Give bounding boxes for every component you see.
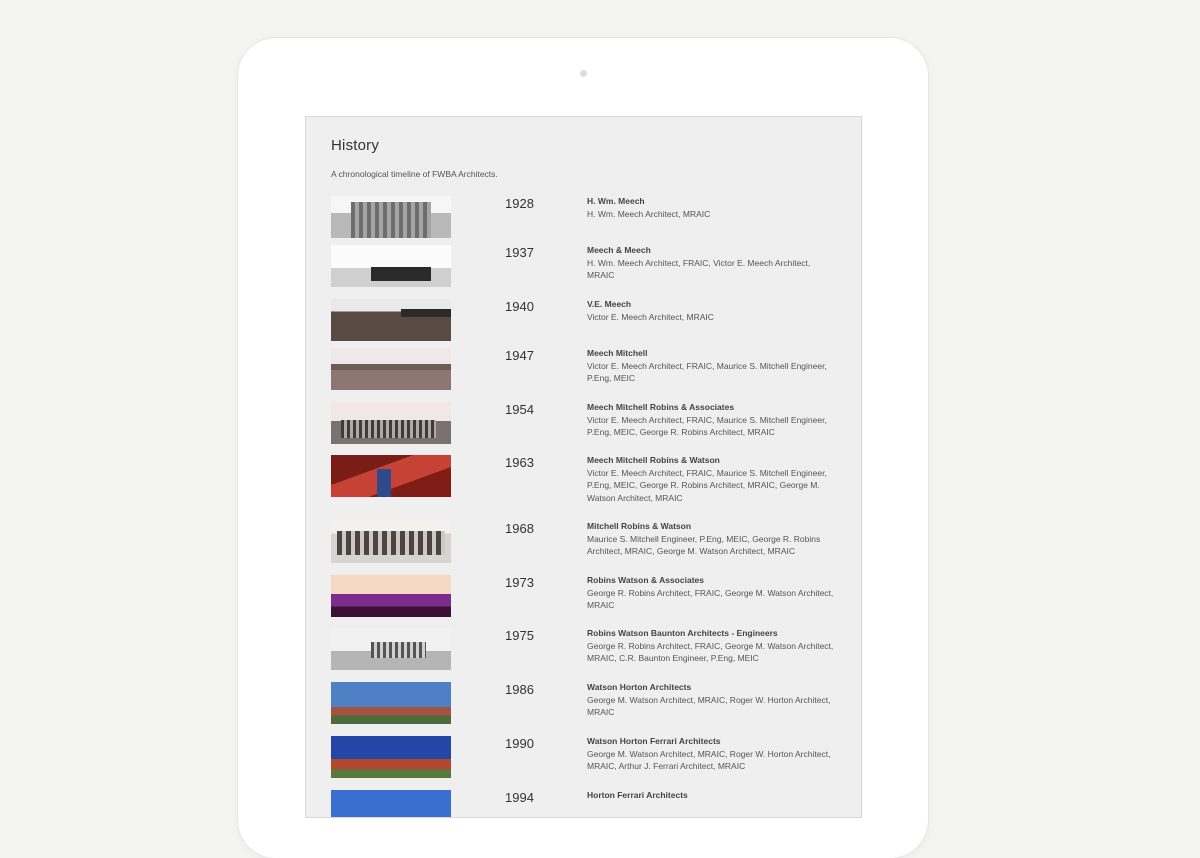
entry-year: 1940	[505, 299, 534, 314]
building-photo[interactable]	[331, 402, 451, 444]
firm-members: Victor E. Meech Architect, FRAIC, Mauric…	[587, 360, 827, 384]
firm-members: George R. Robins Architect, FRAIC, Georg…	[587, 640, 834, 664]
entry-year: 1975	[505, 628, 534, 643]
firm-name: Meech Mitchell Robins & Associates	[587, 402, 735, 412]
entry-year: 1937	[505, 245, 534, 260]
entry-firm: Watson Horton Architects George M. Watso…	[587, 681, 839, 719]
entry-firm: Meech Mitchell Victor E. Meech Architect…	[587, 347, 839, 385]
firm-name: Watson Horton Architects	[587, 682, 692, 692]
entry-firm: Mitchell Robins & Watson Maurice S. Mitc…	[587, 520, 839, 558]
firm-name: V.E. Meech	[587, 299, 632, 309]
entry-firm: Meech Mitchell Robins & Associates Victo…	[587, 401, 839, 439]
entry-year: 1994	[505, 790, 534, 805]
firm-name: Robins Watson Baunton Architects - Engin…	[587, 628, 778, 638]
entry-firm: Watson Horton Ferrari Architects George …	[587, 735, 839, 773]
entry-year: 1990	[505, 736, 534, 751]
building-photo[interactable]	[331, 455, 451, 497]
entry-year: 1986	[505, 682, 534, 697]
page-subtitle: A chronological timeline of FWBA Archite…	[331, 169, 498, 179]
entry-year: 1947	[505, 348, 534, 363]
tablet-screen: History A chronological timeline of FWBA…	[305, 116, 862, 818]
building-photo[interactable]	[331, 790, 451, 817]
firm-members: George M. Watson Architect, MRAIC, Roger…	[587, 694, 831, 718]
firm-name: Meech & Meech	[587, 245, 651, 255]
entry-firm: Meech Mitchell Robins & Watson Victor E.…	[587, 454, 839, 504]
building-photo[interactable]	[331, 348, 451, 390]
firm-members: Victor E. Meech Architect, FRAIC, Mauric…	[587, 467, 827, 503]
firm-name: Mitchell Robins & Watson	[587, 521, 692, 531]
entry-firm: V.E. Meech Victor E. Meech Architect, MR…	[587, 298, 839, 323]
firm-members: Victor E. Meech Architect, MRAIC	[587, 311, 714, 322]
firm-name: H. Wm. Meech	[587, 196, 645, 206]
entry-year: 1928	[505, 196, 534, 211]
building-photo[interactable]	[331, 628, 451, 670]
firm-name: Meech Mitchell Robins & Watson	[587, 455, 720, 465]
building-photo[interactable]	[331, 682, 451, 724]
entry-firm: Robins Watson & Associates George R. Rob…	[587, 574, 839, 612]
building-photo[interactable]	[331, 299, 451, 341]
firm-members: H. Wm. Meech Architect, FRAIC, Victor E.…	[587, 257, 811, 281]
firm-members: Victor E. Meech Architect, FRAIC, Mauric…	[587, 414, 827, 438]
entry-year: 1973	[505, 575, 534, 590]
camera-dot	[580, 70, 587, 77]
entry-firm: Robins Watson Baunton Architects - Engin…	[587, 627, 839, 665]
entry-year: 1963	[505, 455, 534, 470]
firm-members: H. Wm. Meech Architect, MRAIC	[587, 208, 711, 219]
firm-members: George R. Robins Architect, FRAIC, Georg…	[587, 587, 834, 611]
building-photo[interactable]	[331, 521, 451, 563]
building-photo[interactable]	[331, 575, 451, 617]
building-photo[interactable]	[331, 196, 451, 238]
entry-year: 1954	[505, 402, 534, 417]
building-photo[interactable]	[331, 736, 451, 778]
entry-firm: Meech & Meech H. Wm. Meech Architect, FR…	[587, 244, 839, 282]
page-title: History	[331, 137, 380, 154]
entry-year: 1968	[505, 521, 534, 536]
firm-name: Meech Mitchell	[587, 348, 648, 358]
firm-name: Watson Horton Ferrari Architects	[587, 736, 721, 746]
entry-firm: H. Wm. Meech H. Wm. Meech Architect, MRA…	[587, 195, 839, 220]
firm-members: George M. Watson Architect, MRAIC, Roger…	[587, 748, 831, 772]
building-photo[interactable]	[331, 245, 451, 287]
firm-members: Maurice S. Mitchell Engineer, P.Eng, MEI…	[587, 533, 821, 557]
firm-name: Robins Watson & Associates	[587, 575, 704, 585]
